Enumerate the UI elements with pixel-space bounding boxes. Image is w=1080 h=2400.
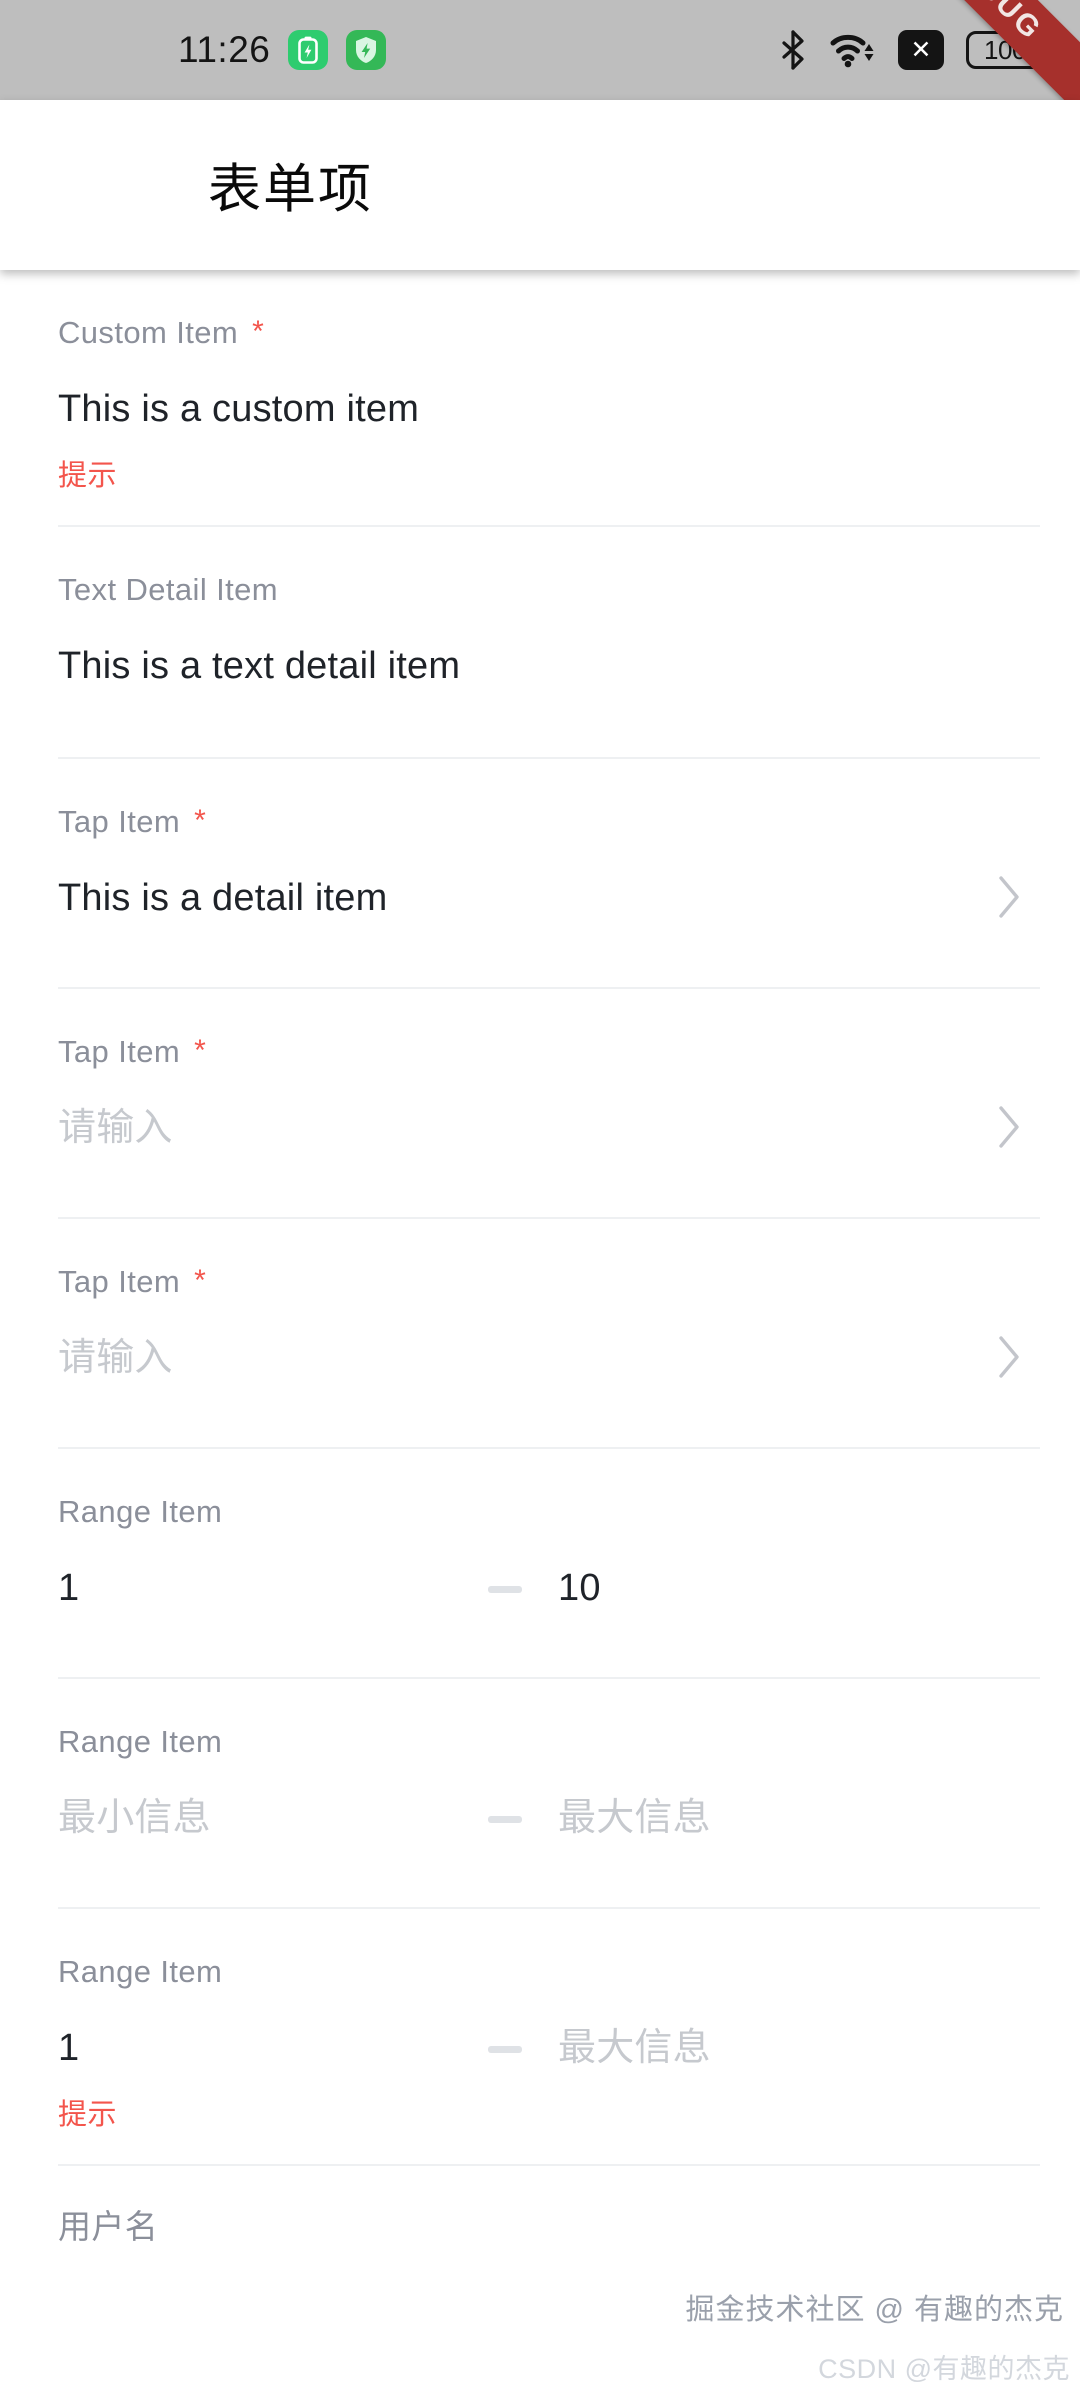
- form-item-label-line: Tap Item *: [58, 1257, 1040, 1305]
- range-max-field[interactable]: 10: [558, 1567, 988, 1610]
- form-item-value-line: This is a text detail item: [58, 629, 1040, 705]
- form-item-range-error[interactable]: Range Item 1 最大信息 提示: [0, 1909, 1080, 2166]
- battery-charging-icon: [288, 30, 329, 70]
- form-item-value: This is a text detail item: [58, 645, 461, 688]
- form-item-tap-filled[interactable]: Tap Item * This is a detail item: [0, 759, 1080, 989]
- status-bar: 11:26 ✕ 100: [0, 0, 1080, 128]
- form-item-label-line: 用户名: [58, 2202, 1040, 2250]
- range-value-line[interactable]: 1 最大信息: [58, 2011, 1040, 2087]
- form-item-tap-empty-1[interactable]: Tap Item * 请输入: [0, 989, 1080, 1219]
- chevron-right-icon[interactable]: [992, 870, 1026, 929]
- range-min-value: 1: [58, 1567, 80, 1610]
- range-max-placeholder: 最大信息: [558, 2027, 711, 2070]
- form-item-value: This is a custom item: [58, 388, 420, 431]
- form-item-error: 提示: [58, 460, 118, 492]
- form-item-value-line[interactable]: This is a detail item: [58, 861, 1040, 937]
- clock: 11:26: [178, 29, 271, 70]
- form-item-label: Range Item: [58, 1953, 223, 1989]
- form-item-label: Range Item: [58, 1493, 223, 1529]
- range-min-field[interactable]: 1: [58, 2027, 488, 2070]
- form-item-label: Custom Item: [58, 314, 239, 350]
- form-item-value-line[interactable]: This is a custom item: [58, 372, 1040, 448]
- chevron-right-icon[interactable]: [992, 1330, 1026, 1389]
- app-bar: 表单项: [0, 100, 1080, 270]
- form-item-username[interactable]: 用户名: [0, 2166, 1080, 2250]
- form-item-value-line[interactable]: 请输入: [58, 1091, 1040, 1167]
- range-max-field[interactable]: 最大信息: [558, 2027, 988, 2070]
- form-item-tap-empty-2[interactable]: Tap Item * 请输入: [0, 1219, 1080, 1449]
- form-item-placeholder: 请输入: [58, 1337, 173, 1380]
- watermark-primary: 掘金技术社区 @ 有趣的杰克: [685, 2294, 1064, 2326]
- form-item-label-line: Tap Item *: [58, 1027, 1040, 1075]
- form-list: Custom Item * This is a custom item 提示 T…: [0, 270, 1080, 2250]
- required-asterisk: *: [194, 1034, 206, 1067]
- form-item-value: This is a detail item: [58, 877, 388, 920]
- form-item-label: Text Detail Item: [58, 571, 279, 607]
- range-max-value: 10: [558, 1567, 601, 1610]
- form-item-label: Tap Item: [58, 803, 181, 839]
- status-bar-left: 11:26: [178, 29, 387, 71]
- form-item-custom[interactable]: Custom Item * This is a custom item 提示: [0, 270, 1080, 527]
- form-item-text-detail: Text Detail Item This is a text detail i…: [0, 527, 1080, 759]
- form-item-error: 提示: [58, 2099, 118, 2131]
- range-min-value: 1: [58, 2027, 80, 2070]
- phone-screen: 11:26 ✕ 100 表单项 Custom Item * This is a …: [0, 0, 1080, 2400]
- range-separator-icon: [488, 2045, 522, 2053]
- required-asterisk: *: [252, 315, 264, 348]
- form-item-range-empty[interactable]: Range Item 最小信息 最大信息: [0, 1679, 1080, 1909]
- form-item-range-filled[interactable]: Range Item 1 10: [0, 1449, 1080, 1679]
- range-value-line[interactable]: 1 10: [58, 1551, 1040, 1627]
- range-min-field[interactable]: 1: [58, 1567, 488, 1610]
- range-separator-icon: [488, 1585, 522, 1593]
- shield-bolt-icon: [346, 30, 387, 70]
- form-item-label-line: Custom Item *: [58, 308, 1040, 356]
- form-item-label-line: Text Detail Item: [58, 565, 1040, 613]
- form-item-label: Tap Item: [58, 1263, 181, 1299]
- range-min-placeholder: 最小信息: [58, 1797, 211, 1840]
- range-value-line[interactable]: 最小信息 最大信息: [58, 1781, 1040, 1857]
- form-item-label-line: Tap Item *: [58, 797, 1040, 845]
- form-item-label-line: Range Item: [58, 1717, 1040, 1765]
- required-asterisk: *: [194, 804, 206, 837]
- form-item-placeholder: 请输入: [58, 1107, 173, 1150]
- form-item-label: Tap Item: [58, 1033, 181, 1069]
- watermark-secondary: CSDN @有趣的杰克: [818, 2354, 1070, 2384]
- form-item-label: 用户名: [58, 2207, 159, 2245]
- range-separator-icon: [488, 1815, 522, 1823]
- form-item-label: Range Item: [58, 1723, 223, 1759]
- range-min-field[interactable]: 最小信息: [58, 1797, 488, 1840]
- page-title: 表单项: [208, 160, 373, 219]
- chevron-right-icon[interactable]: [992, 1100, 1026, 1159]
- range-max-field[interactable]: 最大信息: [558, 1797, 988, 1840]
- wifi-icon: [828, 30, 876, 70]
- form-item-label-line: Range Item: [58, 1947, 1040, 1995]
- form-item-value-line[interactable]: 请输入: [58, 1321, 1040, 1397]
- range-max-placeholder: 最大信息: [558, 1797, 711, 1840]
- sim-x-glyph: ✕: [910, 35, 932, 64]
- required-asterisk: *: [194, 1264, 206, 1297]
- bluetooth-icon: [780, 30, 806, 70]
- form-item-label-line: Range Item: [58, 1487, 1040, 1535]
- sim-card-off-icon: ✕: [898, 30, 944, 70]
